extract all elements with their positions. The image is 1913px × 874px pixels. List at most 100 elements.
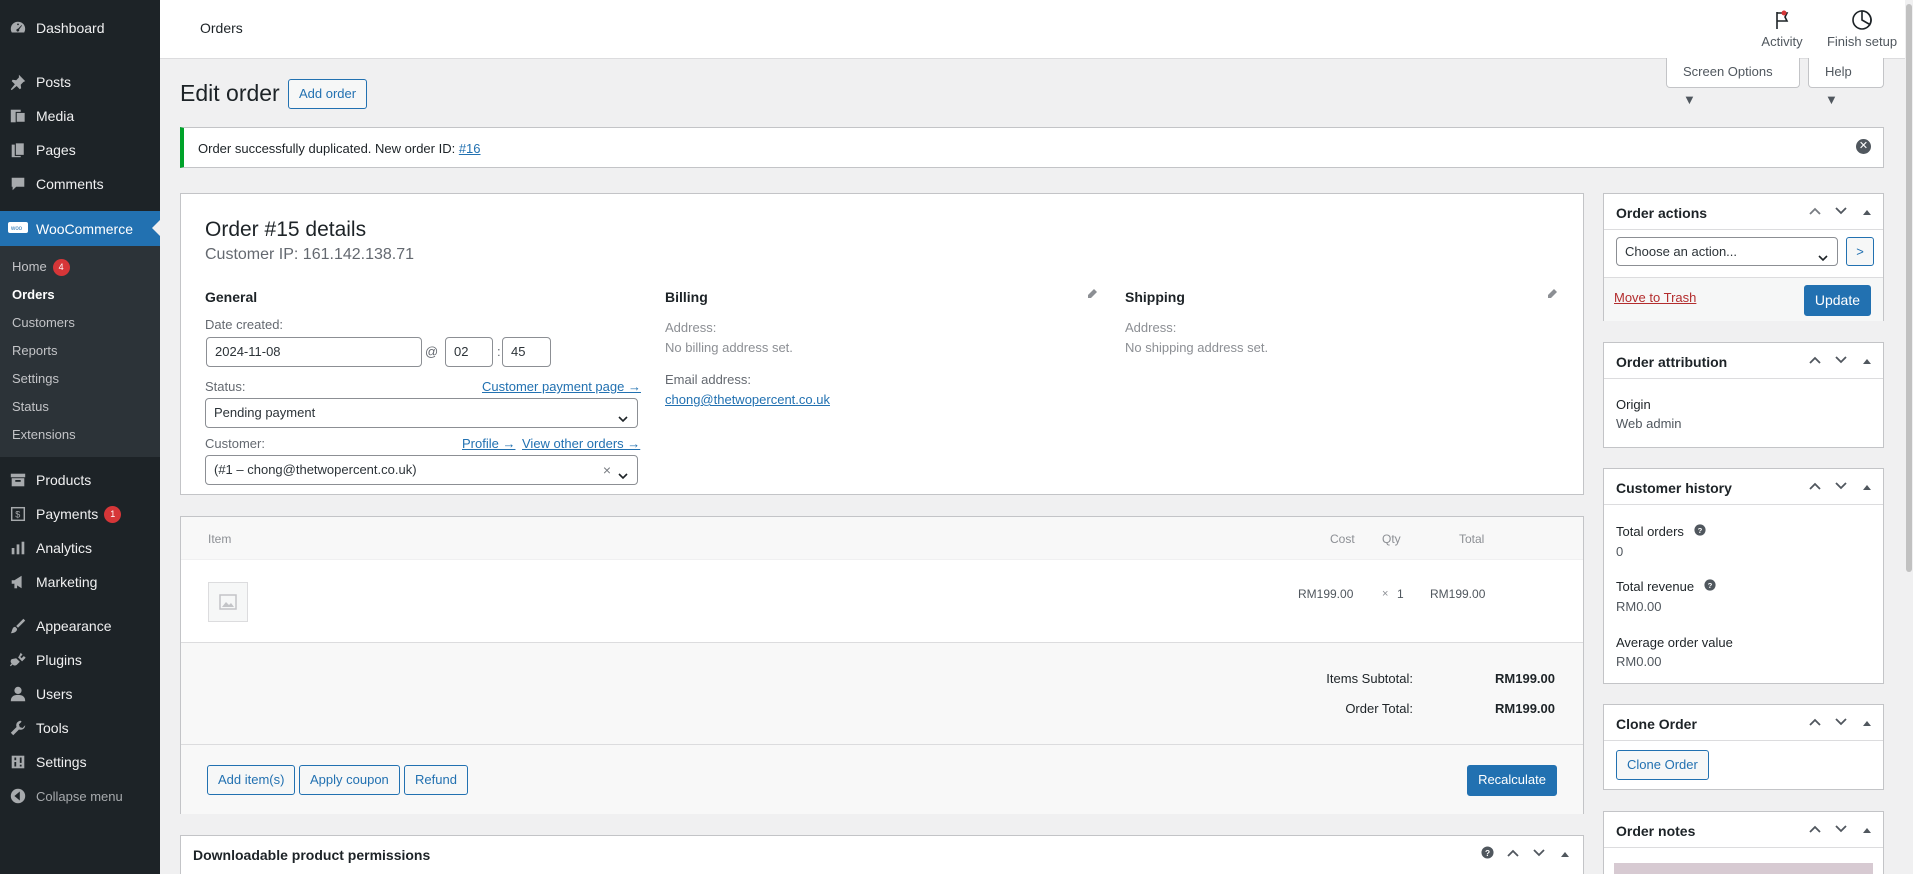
- move-down-icon[interactable]: [1833, 205, 1849, 219]
- toggle-panel-icon[interactable]: [1859, 205, 1875, 219]
- menu-analytics[interactable]: Analytics: [0, 531, 160, 565]
- help-button[interactable]: Help ▼: [1808, 58, 1884, 107]
- toggle-panel-icon[interactable]: [1557, 847, 1573, 861]
- panel-header: Order actions: [1604, 194, 1883, 230]
- menu-payments[interactable]: $ Payments 1: [0, 497, 160, 531]
- help-icon[interactable]: ?: [1479, 846, 1495, 862]
- hour-input[interactable]: 02: [445, 337, 493, 367]
- help-icon[interactable]: ?: [1704, 579, 1716, 594]
- toggle-panel-icon[interactable]: [1859, 823, 1875, 837]
- menu-plugins[interactable]: Plugins: [0, 643, 160, 677]
- submenu-label: Home: [12, 259, 47, 274]
- billing-address-label: Address:: [665, 320, 717, 335]
- submenu-home[interactable]: Home 4: [0, 253, 160, 281]
- submenu-customers[interactable]: Customers: [0, 309, 160, 337]
- apply-action-button[interactable]: >: [1846, 237, 1874, 266]
- menu-users[interactable]: Users: [0, 677, 160, 711]
- minute-input[interactable]: 45: [502, 337, 551, 367]
- toggle-panel-icon[interactable]: [1859, 480, 1875, 494]
- move-down-icon[interactable]: [1531, 847, 1547, 861]
- customer-history-panel: Customer history Total orders ? 0 Total …: [1603, 468, 1884, 684]
- submenu-reports[interactable]: Reports: [0, 337, 160, 365]
- header-page-name: Orders: [200, 20, 243, 36]
- update-button[interactable]: Update: [1803, 285, 1871, 316]
- customer-profile-link[interactable]: Profile →: [462, 436, 515, 451]
- page-scrollbar[interactable]: [1905, 0, 1913, 874]
- clone-order-panel: Clone Order Clone Order: [1603, 704, 1884, 790]
- submenu-status[interactable]: Status: [0, 393, 160, 421]
- plugin-icon: [8, 650, 28, 670]
- menu-media[interactable]: Media: [0, 99, 160, 133]
- clear-customer-icon[interactable]: ×: [603, 456, 611, 484]
- menu-appearance[interactable]: Appearance: [0, 609, 160, 643]
- billing-email-link[interactable]: chong@thetwopercent.co.uk: [665, 392, 830, 407]
- help-icon[interactable]: ?: [1693, 524, 1706, 539]
- move-down-icon[interactable]: [1833, 354, 1849, 368]
- move-down-icon[interactable]: [1833, 480, 1849, 494]
- add-order-button[interactable]: Add order: [288, 79, 368, 109]
- panel-controls: [1807, 823, 1875, 837]
- items-table-header: Item Cost Qty Total: [181, 517, 1583, 560]
- media-icon: [8, 106, 28, 126]
- chevron-down-icon: [1817, 246, 1829, 262]
- status-select[interactable]: Pending payment: [205, 398, 638, 428]
- edit-shipping-icon[interactable]: [1546, 288, 1558, 300]
- view-other-orders-link[interactable]: View other orders →: [522, 436, 640, 451]
- menu-tools[interactable]: Tools: [0, 711, 160, 745]
- screen-options-button[interactable]: Screen Options ▼: [1666, 58, 1800, 107]
- toggle-panel-icon[interactable]: [1859, 716, 1875, 730]
- menu-settings[interactable]: Settings: [0, 745, 160, 779]
- submenu-extensions[interactable]: Extensions: [0, 421, 160, 449]
- menu-products[interactable]: Products: [0, 463, 160, 497]
- menu-woocommerce[interactable]: woo WooCommerce: [0, 211, 160, 246]
- recalculate-button[interactable]: Recalculate: [1467, 765, 1557, 796]
- add-items-button[interactable]: Add item(s): [207, 765, 296, 795]
- date-created-input[interactable]: 2024-11-08: [206, 337, 422, 367]
- finish-setup-button[interactable]: Finish setup: [1822, 8, 1902, 49]
- menu-comments[interactable]: Comments: [0, 167, 160, 201]
- dismiss-notice-icon[interactable]: ✕: [1856, 139, 1871, 154]
- move-up-icon[interactable]: [1807, 354, 1823, 368]
- menu-label: Posts: [36, 74, 72, 90]
- activity-label: Activity: [1761, 34, 1803, 49]
- pages-icon: [8, 140, 28, 160]
- submenu-settings[interactable]: Settings: [0, 365, 160, 393]
- order-attribution-title: Order attribution: [1616, 354, 1728, 370]
- move-up-icon[interactable]: [1807, 823, 1823, 837]
- submenu-label: Extensions: [12, 427, 76, 442]
- move-to-trash-link[interactable]: Move to Trash: [1614, 290, 1696, 305]
- menu-pages[interactable]: Pages: [0, 133, 160, 167]
- comments-icon: [8, 174, 28, 194]
- svg-text:woo: woo: [10, 226, 23, 232]
- move-up-icon[interactable]: [1505, 847, 1521, 861]
- collapse-menu-button[interactable]: Collapse menu: [0, 779, 160, 813]
- panel-controls: ?: [1479, 846, 1573, 862]
- move-down-icon[interactable]: [1833, 823, 1849, 837]
- flag-icon: [1772, 10, 1792, 33]
- submenu-label: Settings: [12, 371, 59, 386]
- apply-coupon-button[interactable]: Apply coupon: [299, 765, 400, 795]
- activity-button[interactable]: Activity: [1757, 8, 1807, 49]
- menu-posts[interactable]: Posts: [0, 65, 160, 99]
- move-up-icon[interactable]: [1807, 205, 1823, 219]
- refund-button[interactable]: Refund: [404, 765, 468, 795]
- new-order-link[interactable]: #16: [459, 141, 481, 156]
- move-up-icon[interactable]: [1807, 716, 1823, 730]
- users-icon: [8, 684, 28, 704]
- move-up-icon[interactable]: [1807, 480, 1823, 494]
- admin-sidebar: Dashboard Posts Media Pages Comments woo…: [0, 0, 160, 874]
- edit-billing-icon[interactable]: [1086, 288, 1098, 300]
- column-header-total: Total: [1459, 532, 1485, 546]
- clone-order-button[interactable]: Clone Order: [1616, 750, 1709, 780]
- order-action-select[interactable]: Choose an action...: [1616, 237, 1838, 266]
- notice-text: Order successfully duplicated. New order…: [198, 141, 459, 156]
- menu-marketing[interactable]: Marketing: [0, 565, 160, 599]
- scrollbar-thumb[interactable]: [1906, 4, 1912, 572]
- customer-payment-page-link[interactable]: Customer payment page →: [482, 379, 641, 394]
- submenu-orders[interactable]: Orders: [0, 281, 160, 309]
- customer-select[interactable]: (#1 – chong@thetwopercent.co.uk) ×: [205, 455, 638, 485]
- move-down-icon[interactable]: [1833, 716, 1849, 730]
- menu-dashboard[interactable]: Dashboard: [0, 10, 160, 46]
- toggle-panel-icon[interactable]: [1859, 354, 1875, 368]
- success-notice: Order successfully duplicated. New order…: [180, 127, 1884, 168]
